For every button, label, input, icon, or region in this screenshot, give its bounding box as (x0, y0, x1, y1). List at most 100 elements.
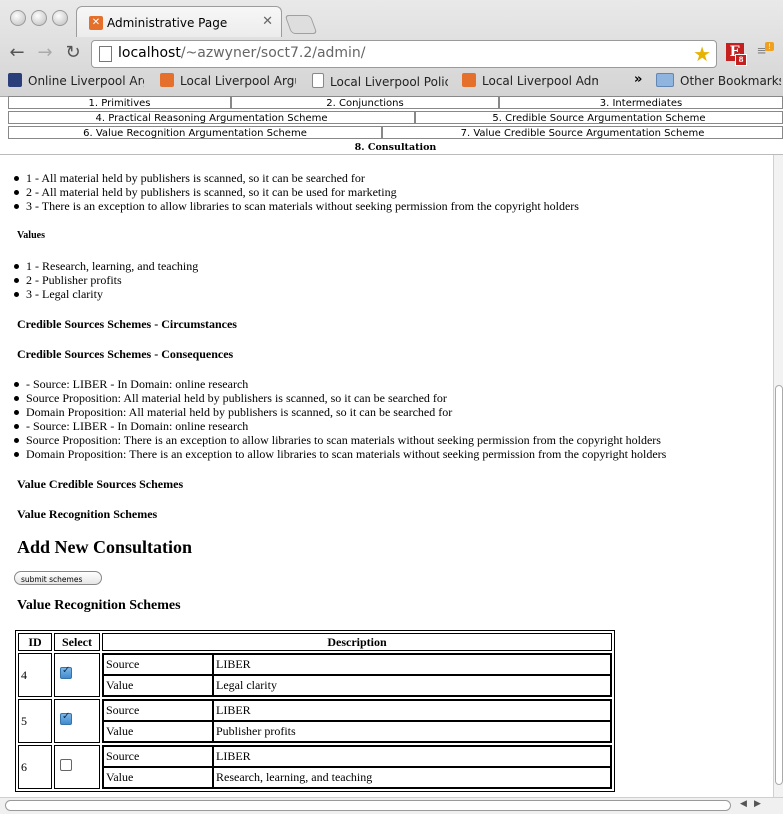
list-item: - Source: LIBER - In Domain: online rese… (12, 377, 666, 391)
bookmark-item[interactable]: Local Liverpool Adm (462, 73, 598, 89)
scroll-thumb[interactable] (5, 800, 731, 811)
table-row: 6 Source LIBER Value Research, learning, a… (18, 745, 612, 789)
back-icon[interactable]: ← (6, 42, 28, 64)
page-icon (99, 46, 112, 62)
desc-label: Source (103, 746, 213, 767)
vertical-scrollbar[interactable] (773, 155, 783, 797)
scroll-left-icon[interactable]: ◀ (740, 799, 747, 809)
bird-icon (8, 73, 22, 87)
desc-value: LIBER (213, 654, 611, 675)
list-item: Source Proposition: All material held by… (12, 391, 666, 405)
value-recognition-table: ID Select Description 4 SourceLIBER Valu… (15, 630, 615, 792)
extension-badge: 8 (735, 54, 747, 66)
folder-icon (656, 73, 674, 87)
url-host: localhost (118, 45, 181, 61)
row-id: 5 (18, 699, 52, 743)
browser-tab[interactable]: ✕ Administrative Page ✕ (76, 6, 282, 37)
values-heading: Values (17, 230, 45, 241)
other-bookmarks-folder[interactable]: Other Bookmarks (656, 73, 781, 89)
list-item: 3 - Legal clarity (12, 287, 198, 301)
extension-icon[interactable]: E8 (726, 43, 747, 66)
bookmark-label: Local Liverpool Polic (330, 75, 448, 89)
desc-label: Value (103, 721, 213, 742)
bookmark-label: Local Liverpool Argu (180, 74, 296, 88)
main-content: 1 - All material held by publishers is s… (0, 155, 773, 798)
scroll-thumb[interactable] (775, 385, 783, 785)
page-title: Add New Consultation (17, 537, 193, 557)
reload-icon[interactable]: ↻ (62, 42, 84, 64)
desc-label: Source (103, 700, 213, 721)
nav-link-consultation[interactable]: 8. Consultation (8, 141, 783, 154)
close-tab-icon[interactable]: ✕ (262, 14, 273, 29)
xampp-icon: ✕ (89, 16, 103, 30)
horizontal-scrollbar[interactable]: ◀ ▶ (0, 797, 783, 814)
select-checkbox[interactable] (60, 759, 72, 771)
bookmark-item[interactable]: Online Liverpool Arg (8, 73, 144, 89)
cs-consequences-heading: Credible Sources Schemes - Consequences (17, 347, 234, 361)
row-id: 4 (18, 653, 52, 697)
table-row: 5 SourceLIBER ValuePublisher profits (18, 699, 612, 743)
desc-label: Value (103, 675, 213, 696)
bookmark-item[interactable]: Local Liverpool Argu (160, 73, 296, 89)
page-icon (312, 73, 324, 88)
bookmark-star-icon[interactable]: ★ (693, 42, 711, 66)
table-header-row: ID Select Description (18, 633, 612, 651)
nav-link-credible-source[interactable]: 5. Credible Source Argumentation Scheme (415, 111, 783, 124)
table-row: 4 SourceLIBER ValueLegal clarity (18, 653, 612, 697)
scroll-right-icon[interactable]: ▶ (754, 799, 761, 809)
browser-chrome: ✕ Administrative Page ✕ ← → ↻ localhost/… (0, 0, 783, 97)
select-checkbox[interactable] (60, 665, 72, 679)
list-item: 1 - All material held by publishers is s… (12, 171, 579, 185)
zoom-window-button[interactable] (52, 10, 68, 26)
list-item: 2 - All material held by publishers is s… (12, 185, 579, 199)
list-item: 2 - Publisher profits (12, 273, 198, 287)
bookmark-item[interactable]: Local Liverpool Polic (312, 73, 448, 89)
more-bookmarks-button[interactable]: » (634, 72, 642, 87)
circumstances-list: 1 - All material held by publishers is s… (12, 171, 579, 213)
vr-heading: Value Recognition Schemes (17, 507, 158, 521)
nav-link-conjunctions[interactable]: 2. Conjunctions (231, 96, 499, 109)
minimize-window-button[interactable] (31, 10, 47, 26)
tab-title: Administrative Page (107, 16, 228, 30)
cs-circumstances-heading: Credible Sources Schemes - Circumstances (17, 317, 237, 331)
list-item: 1 - Research, learning, and teaching (12, 259, 198, 273)
submit-schemes-button[interactable]: submit schemes (14, 571, 102, 585)
values-list: 1 - Research, learning, and teaching 2 -… (12, 259, 198, 301)
nav-link-practical-reasoning[interactable]: 4. Practical Reasoning Argumentation Sch… (8, 111, 415, 124)
desc-value: LIBER (213, 700, 611, 721)
forward-icon[interactable]: → (34, 42, 56, 64)
url-path: /~azwyner/soct7.2/admin/ (180, 45, 366, 61)
vcs-heading: Value Credible Sources Schemes (17, 477, 184, 491)
nav-link-intermediates[interactable]: 3. Intermediates (499, 96, 783, 109)
new-tab-button[interactable] (284, 15, 318, 34)
list-item: Domain Proposition: There is an exceptio… (12, 447, 666, 461)
row-id: 6 (18, 745, 52, 789)
cs-consequences-list: - Source: LIBER - In Domain: online rese… (12, 377, 666, 461)
row-select-cell (54, 745, 100, 789)
desc-value: Legal clarity (213, 675, 611, 696)
xampp-icon (160, 73, 174, 87)
column-header-id: ID (18, 633, 52, 651)
nav-link-value-recognition[interactable]: 6. Value Recognition Argumentation Schem… (8, 126, 382, 139)
vr-table-heading: Value Recognition Schemes (17, 598, 181, 613)
desc-value: Publisher profits (213, 721, 611, 742)
nav-link-primitives[interactable]: 1. Primitives (8, 96, 231, 109)
row-select-cell (54, 699, 100, 743)
bookmark-label: Online Liverpool Arg (28, 74, 144, 88)
desc-label: Source (103, 654, 213, 675)
desc-value: Research, learning, and teaching (213, 767, 611, 788)
bookmark-label: Other Bookmarks (680, 74, 781, 88)
desc-label: Value (103, 767, 213, 788)
xampp-icon (462, 73, 476, 87)
update-icon: ! (765, 42, 774, 51)
address-bar[interactable]: localhost/~azwyner/soct7.2/admin/ ★ (91, 40, 717, 68)
list-item: Source Proposition: There is an exceptio… (12, 433, 666, 447)
select-checkbox[interactable] (60, 711, 72, 725)
desc-value: LIBER (213, 746, 611, 767)
row-select-cell (54, 653, 100, 697)
list-item: 3 - There is an exception to allow libra… (12, 199, 579, 213)
wrench-menu-icon[interactable]: ≡! (757, 42, 774, 60)
nav-link-value-credible-source[interactable]: 7. Value Credible Source Argumentation S… (382, 126, 783, 139)
close-window-button[interactable] (10, 10, 26, 26)
column-header-select: Select (54, 633, 100, 651)
